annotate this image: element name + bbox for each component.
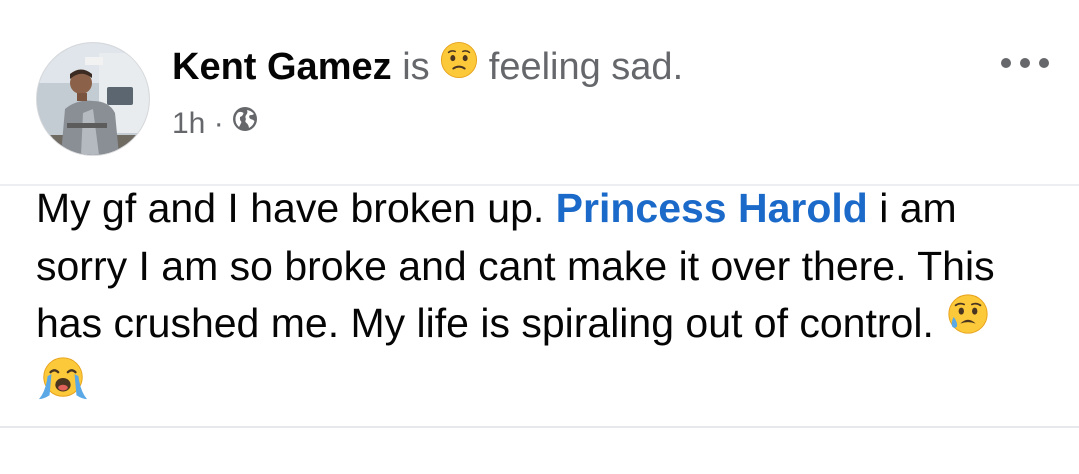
author-connector: is [402, 46, 430, 88]
sad-face-icon [440, 41, 478, 91]
globe-icon [232, 103, 258, 143]
avatar-photo [37, 43, 149, 155]
mention-link[interactable]: Princess Harold [556, 185, 868, 231]
more-options-button[interactable] [995, 48, 1055, 78]
meta-separator: · [213, 107, 224, 140]
loudly-crying-face-icon [36, 353, 90, 419]
post-body: My gf and I have broken up. Princess Har… [36, 180, 1036, 422]
post-bottom-divider [0, 426, 1079, 428]
post-timestamp[interactable]: 1h [172, 107, 205, 140]
more-options-icon [1001, 58, 1049, 68]
crying-face-icon [945, 291, 991, 353]
author-line: Kent Gamez is feeling sad. [172, 41, 684, 94]
feeling-text: feeling sad. [488, 46, 684, 88]
post-text-start: My gf and I have broken up. [36, 185, 556, 231]
author-name[interactable]: Kent Gamez [172, 46, 392, 88]
avatar[interactable] [36, 42, 150, 156]
facebook-post: Kent Gamez is feeling sad. 1h · My gf an… [0, 0, 1079, 474]
post-meta: 1h · [172, 104, 258, 145]
